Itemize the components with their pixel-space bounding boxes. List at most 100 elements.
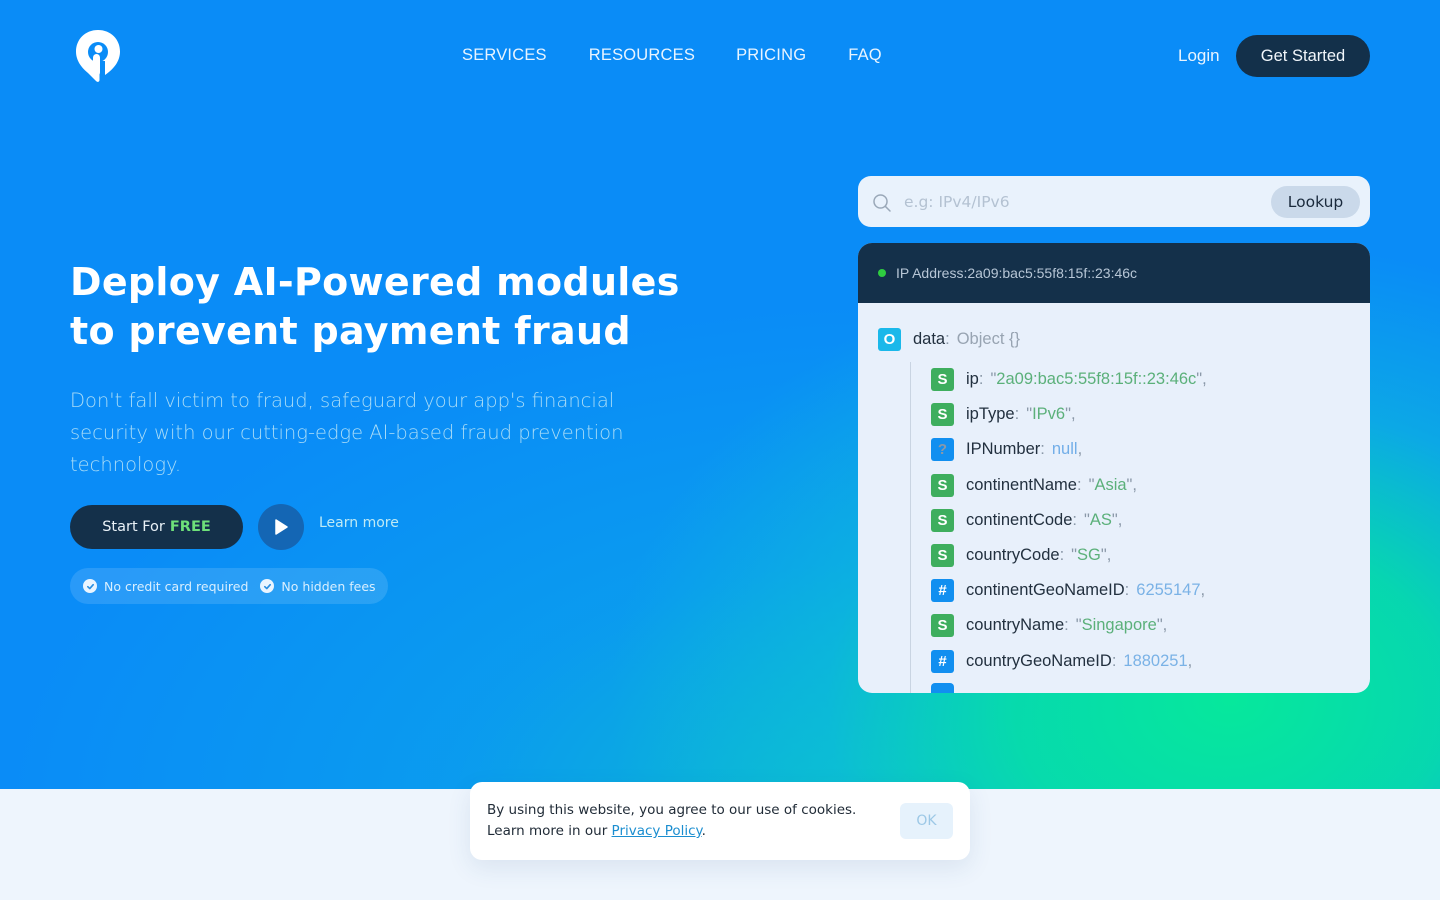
play-video-button[interactable]	[258, 504, 304, 550]
json-key: continentName	[966, 475, 1077, 494]
number-type-icon: #	[931, 579, 954, 603]
json-colon: :	[1072, 510, 1078, 529]
nav-link-faq[interactable]: FAQ	[848, 46, 882, 65]
json-value: AS	[1089, 510, 1112, 529]
json-key: countryCode	[966, 546, 1060, 565]
string-type-icon: S	[931, 544, 954, 568]
json-field-row[interactable]: ScontinentName: " Asia ",	[931, 468, 1370, 503]
string-type-icon: S	[931, 614, 954, 638]
cookie-ok-button[interactable]: OK	[900, 803, 953, 839]
json-key: data	[913, 329, 946, 348]
cookie-line-2-suffix: .	[701, 823, 706, 839]
json-key: ipType	[966, 405, 1015, 424]
json-value: null	[1051, 440, 1078, 459]
json-value: Singapore	[1081, 616, 1157, 635]
json-colon: :	[945, 329, 950, 348]
ip-search-input[interactable]	[904, 188, 1264, 216]
perks-pill: No credit card required No hidden fees	[70, 568, 388, 604]
json-key: continentGeoNameID	[966, 581, 1125, 600]
brand-logo[interactable]	[74, 28, 122, 84]
json-field-row[interactable]: SipType: " IPv6 ",	[931, 397, 1370, 432]
json-colon: :	[1059, 546, 1065, 565]
cookie-banner: By using this website, you agree to our …	[470, 782, 970, 860]
json-value: 2a09:bac5:55f8:15f::23:46c	[996, 370, 1197, 389]
json-comma: ,	[1202, 370, 1207, 389]
json-comma: ,	[1106, 546, 1112, 565]
nav-link-services[interactable]: SERVICES	[462, 46, 547, 65]
perk-label: No hidden fees	[281, 578, 376, 594]
json-colon: :	[1124, 581, 1130, 600]
json-field-row[interactable]: ScountryName: " Singapore ",	[931, 608, 1370, 643]
json-key: continentCode	[966, 510, 1073, 529]
json-key: countryGeoNameID	[966, 651, 1112, 670]
json-tree[interactable]: O data: Object {} Sip: " 2a09:bac5:55f8:15…	[858, 303, 1370, 693]
cookie-line-1: By using this website, you agree to our …	[487, 802, 857, 818]
json-key: countryName	[966, 616, 1065, 635]
json-colon: :	[978, 370, 984, 389]
object-type-icon: O	[878, 327, 901, 351]
json-key: IPNumber	[966, 440, 1041, 459]
perk-label: No credit card required	[104, 578, 249, 594]
privacy-policy-link[interactable]: Privacy Policy	[612, 823, 702, 839]
json-colon: :	[1064, 616, 1069, 635]
check-circle-icon	[83, 579, 97, 593]
json-field-row[interactable]: ScountryCode: " SG ",	[931, 538, 1370, 573]
nav-link-pricing[interactable]: PRICING	[736, 46, 806, 65]
json-colon: :	[1111, 651, 1117, 670]
learn-more-link[interactable]: Learn more	[319, 515, 399, 531]
string-type-icon: S	[931, 403, 954, 427]
cookie-text: By using this website, you agree to our …	[487, 800, 887, 842]
json-colon: :	[1014, 405, 1020, 424]
json-field-row[interactable]: Sip: " 2a09:bac5:55f8:15f::23:46c ",	[931, 362, 1370, 397]
unknown-type-icon: ?	[931, 438, 954, 462]
start-label: Start For	[102, 519, 165, 535]
number-type-icon: #	[931, 649, 954, 673]
play-icon	[275, 519, 288, 535]
json-field-row[interactable]: ScontinentCode: " AS ",	[931, 503, 1370, 538]
json-comma: ,	[1132, 475, 1137, 494]
json-value: 1880251	[1123, 651, 1188, 670]
free-highlight: FREE	[169, 519, 211, 535]
perk-item: No hidden fees	[260, 578, 376, 594]
main-nav: SERVICES RESOURCES PRICING FAQ	[462, 46, 882, 65]
string-type-icon: S	[931, 368, 954, 392]
get-started-button[interactable]: Get Started	[1236, 35, 1370, 77]
json-value: IPv6	[1032, 405, 1066, 424]
json-value: SG	[1077, 546, 1101, 565]
json-colon: :	[1076, 475, 1082, 494]
login-link[interactable]: Login	[1178, 46, 1220, 66]
location-pin-logo-icon	[76, 30, 120, 82]
json-key: ip	[966, 370, 979, 389]
start-for-free-button[interactable]: Start For FREE	[70, 505, 243, 549]
perk-item: No credit card required	[83, 579, 248, 594]
json-field-row[interactable]: # continentGeoNameID:6255147,	[931, 573, 1370, 608]
json-children: Sip: " 2a09:bac5:55f8:15f::23:46c ", SipType…	[910, 362, 1370, 693]
json-comma: ,	[1070, 405, 1076, 424]
json-object-type: Object {}	[956, 329, 1021, 348]
json-field-row[interactable]: ? IPNumber: null,	[931, 432, 1370, 467]
json-comma: ,	[1187, 651, 1193, 670]
lookup-button[interactable]: Lookup	[1271, 186, 1360, 218]
hero-subtext: Don't fall victim to fraud, safeguard yo…	[70, 389, 624, 476]
hero-headline: Deploy AI-Powered modules to prevent pay…	[70, 260, 680, 353]
json-comma: ,	[1117, 510, 1123, 529]
cookie-line-2-prefix: Learn more in our	[487, 823, 608, 839]
json-value: Asia	[1094, 475, 1127, 494]
nav-link-resources[interactable]: RESOURCES	[589, 46, 695, 65]
status-dot-icon	[878, 269, 886, 277]
json-comma: ,	[1077, 440, 1083, 459]
json-colon: :	[1040, 440, 1045, 459]
json-comma: ,	[1162, 616, 1168, 635]
ip-address-label: IP Address:2a09:bac5:55f8:15f::23:46c	[896, 265, 1138, 281]
result-header: IP Address:2a09:bac5:55f8:15f::23:46c	[858, 243, 1370, 303]
json-comma: ,	[1200, 581, 1206, 600]
search-icon	[873, 194, 891, 212]
next-field-badge-icon	[931, 682, 954, 693]
json-value: 6255147	[1136, 581, 1201, 600]
string-type-icon: S	[931, 473, 954, 497]
lookup-result-card: IP Address:2a09:bac5:55f8:15f::23:46c O …	[858, 243, 1370, 693]
string-type-icon: S	[931, 508, 954, 532]
json-field-row[interactable]: # countryGeoNameID:1880251,	[931, 644, 1370, 679]
json-root-row[interactable]: O data: Object {}	[878, 327, 1370, 351]
check-circle-icon	[260, 579, 275, 593]
